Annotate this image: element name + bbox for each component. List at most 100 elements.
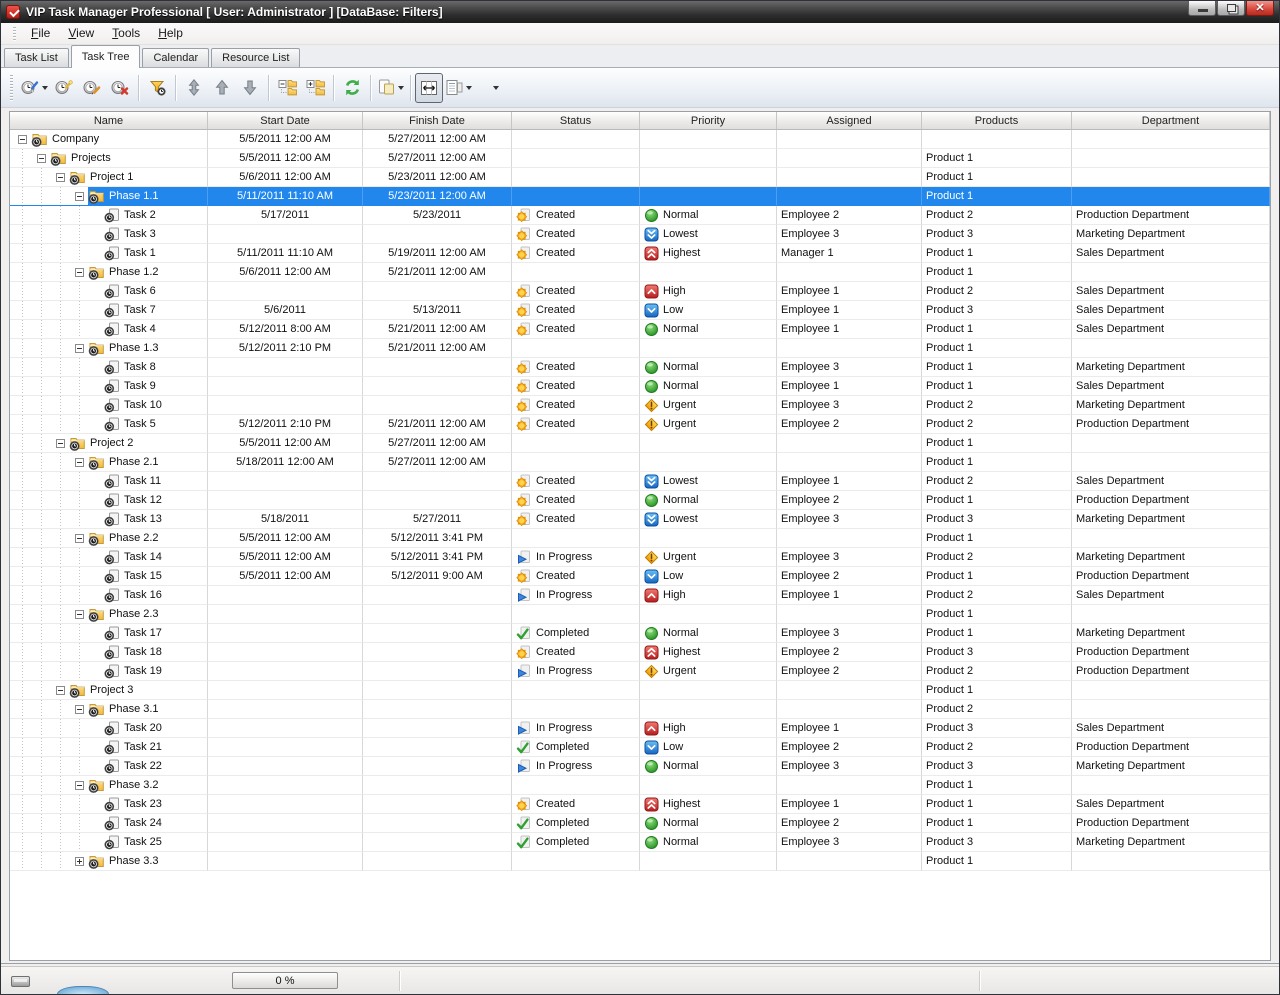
table-row[interactable]: Task 23 Created Highest Employee 1 Produ… (10, 795, 1270, 814)
cell-finish-date[interactable]: 5/13/2011 (363, 301, 512, 320)
cell-status[interactable]: Created (512, 567, 640, 586)
cell-products[interactable]: Product 3 (922, 643, 1072, 662)
cell-products[interactable]: Product 3 (922, 510, 1072, 529)
cell-status[interactable]: Created (512, 320, 640, 339)
cell-products[interactable]: Product 3 (922, 719, 1072, 738)
cell-department[interactable] (1072, 681, 1270, 700)
cell-products[interactable]: Product 2 (922, 396, 1072, 415)
cell-priority[interactable]: High (640, 586, 777, 605)
expand-toggle[interactable] (18, 135, 27, 144)
cell-assigned[interactable]: Employee 3 (777, 757, 922, 776)
table-row[interactable]: Task 10 Created Urgent Employee 3 Produc… (10, 396, 1270, 415)
table-row[interactable]: Phase 2.1 5/18/2011 12:00 AM 5/27/2011 1… (10, 453, 1270, 472)
tab-calendar[interactable]: Calendar (142, 48, 209, 67)
cell-status[interactable]: Created (512, 225, 640, 244)
table-row[interactable]: Task 22 In Progress Normal Employee 3 Pr… (10, 757, 1270, 776)
cell-priority[interactable]: Highest (640, 795, 777, 814)
cell-assigned[interactable] (777, 187, 922, 206)
cell-status[interactable]: Created (512, 415, 640, 434)
move-down-button[interactable] (236, 73, 264, 103)
cell-priority[interactable] (640, 605, 777, 624)
cell-assigned[interactable]: Employee 2 (777, 738, 922, 757)
cell-finish-date[interactable]: 5/12/2011 3:41 PM (363, 548, 512, 567)
cell-name[interactable]: Phase 1.1 (10, 187, 208, 206)
cell-finish-date[interactable] (363, 814, 512, 833)
cell-status[interactable] (512, 852, 640, 871)
table-row[interactable]: Phase 3.2 Product 1 (10, 776, 1270, 795)
cell-name[interactable]: Task 25 (10, 833, 208, 852)
expand-toggle[interactable] (75, 534, 84, 543)
cell-name[interactable]: Task 14 (10, 548, 208, 567)
cell-status[interactable]: Created (512, 377, 640, 396)
column-header-department[interactable]: Department (1072, 112, 1270, 129)
cell-name[interactable]: Project 2 (10, 434, 208, 453)
cell-start-date[interactable] (208, 795, 363, 814)
cell-finish-date[interactable]: 5/27/2011 12:00 AM (363, 434, 512, 453)
cell-name[interactable]: Task 15 (10, 567, 208, 586)
cell-assigned[interactable] (777, 149, 922, 168)
cell-start-date[interactable]: 5/5/2011 12:00 AM (208, 434, 363, 453)
cell-status[interactable] (512, 453, 640, 472)
cell-priority[interactable] (640, 681, 777, 700)
cell-priority[interactable]: Normal (640, 833, 777, 852)
cell-status[interactable]: Created (512, 301, 640, 320)
cell-department[interactable]: Sales Department (1072, 301, 1270, 320)
cell-status[interactable]: In Progress (512, 548, 640, 567)
cell-name[interactable]: Phase 1.2 (10, 263, 208, 282)
cell-priority[interactable] (640, 263, 777, 282)
cell-finish-date[interactable]: 5/19/2011 12:00 AM (363, 244, 512, 263)
cell-name[interactable]: Phase 2.3 (10, 605, 208, 624)
cell-status[interactable] (512, 168, 640, 187)
cell-status[interactable]: Created (512, 491, 640, 510)
cell-assigned[interactable]: Employee 1 (777, 472, 922, 491)
table-row[interactable]: Task 21 Completed Low Employee 2 Product… (10, 738, 1270, 757)
table-row[interactable]: Project 3 Product 1 (10, 681, 1270, 700)
cell-name[interactable]: Task 4 (10, 320, 208, 339)
cell-start-date[interactable] (208, 377, 363, 396)
cell-department[interactable]: Sales Department (1072, 320, 1270, 339)
cell-name[interactable]: Task 6 (10, 282, 208, 301)
cell-start-date[interactable] (208, 491, 363, 510)
cell-status[interactable] (512, 605, 640, 624)
cell-finish-date[interactable] (363, 852, 512, 871)
cell-start-date[interactable] (208, 700, 363, 719)
cell-products[interactable]: Product 1 (922, 377, 1072, 396)
cell-status[interactable]: Created (512, 510, 640, 529)
cell-start-date[interactable]: 5/5/2011 12:00 AM (208, 130, 363, 149)
cell-status[interactable] (512, 700, 640, 719)
cell-status[interactable]: Created (512, 396, 640, 415)
cell-department[interactable]: Sales Department (1072, 472, 1270, 491)
cell-finish-date[interactable]: 5/27/2011 12:00 AM (363, 149, 512, 168)
cell-name[interactable]: Project 1 (10, 168, 208, 187)
expand-toggle[interactable] (75, 705, 84, 714)
cell-name[interactable]: Phase 3.2 (10, 776, 208, 795)
cell-status[interactable] (512, 434, 640, 453)
cell-department[interactable]: Marketing Department (1072, 358, 1270, 377)
cell-start-date[interactable]: 5/5/2011 12:00 AM (208, 567, 363, 586)
cell-products[interactable]: Product 1 (922, 263, 1072, 282)
cell-department[interactable]: Marketing Department (1072, 624, 1270, 643)
cell-priority[interactable] (640, 776, 777, 795)
cell-start-date[interactable]: 5/5/2011 12:00 AM (208, 149, 363, 168)
cell-priority[interactable]: Highest (640, 643, 777, 662)
cell-name[interactable]: Project 3 (10, 681, 208, 700)
cell-start-date[interactable] (208, 605, 363, 624)
cell-status[interactable]: Created (512, 206, 640, 225)
cell-finish-date[interactable] (363, 472, 512, 491)
cell-finish-date[interactable] (363, 624, 512, 643)
cell-finish-date[interactable] (363, 795, 512, 814)
cell-finish-date[interactable] (363, 396, 512, 415)
tab-task-tree[interactable]: Task Tree (71, 45, 141, 68)
cell-name[interactable]: Task 13 (10, 510, 208, 529)
table-row[interactable]: Task 1 5/11/2011 11:10 AM 5/19/2011 12:0… (10, 244, 1270, 263)
cell-status[interactable]: In Progress (512, 586, 640, 605)
cell-priority[interactable]: Urgent (640, 396, 777, 415)
cell-finish-date[interactable] (363, 586, 512, 605)
table-row[interactable]: Task 13 5/18/2011 5/27/2011 Created Lowe… (10, 510, 1270, 529)
cell-priority[interactable]: High (640, 282, 777, 301)
cell-department[interactable] (1072, 434, 1270, 453)
cell-priority[interactable]: Normal (640, 814, 777, 833)
table-row[interactable]: Task 16 In Progress High Employee 1 Prod… (10, 586, 1270, 605)
cell-finish-date[interactable]: 5/27/2011 12:00 AM (363, 453, 512, 472)
cell-status[interactable] (512, 149, 640, 168)
